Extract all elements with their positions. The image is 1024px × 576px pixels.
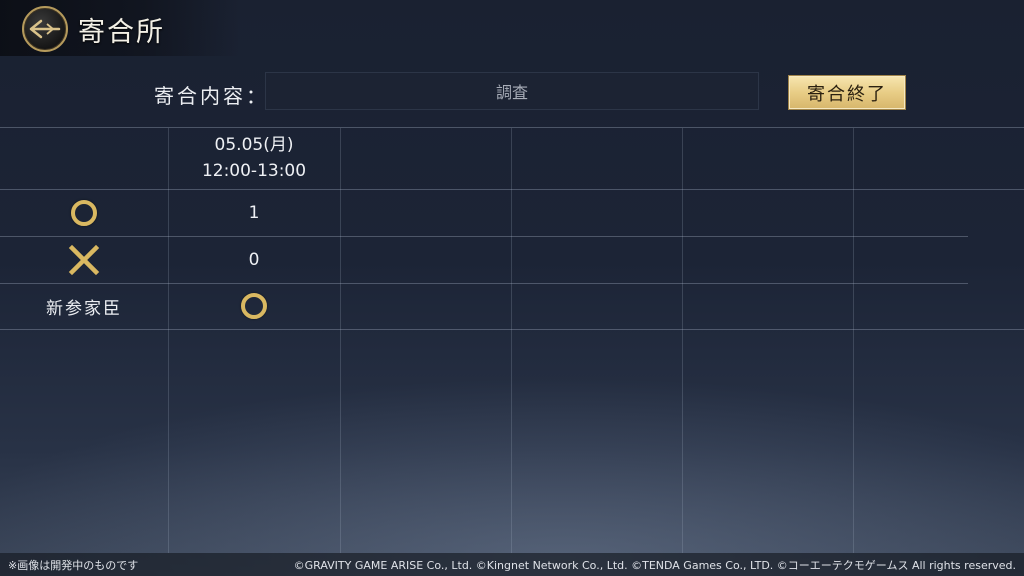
footer-note: ※画像は開発中のものです [8, 559, 139, 572]
grid-line [682, 128, 683, 553]
column-date: 05.05(月) [214, 135, 294, 155]
meeting-content-label: 寄合内容： [154, 84, 269, 108]
header-bar: 寄合所 [0, 0, 240, 56]
column-time: 12:00-13:00 [201, 161, 307, 181]
cross-icon [68, 244, 100, 276]
grid-line [0, 127, 1024, 128]
meeting-content-value: 調査 [495, 83, 528, 102]
circle-icon [71, 200, 97, 226]
grid-line [511, 128, 512, 553]
absent-count: 0 [248, 250, 260, 270]
newcomer-status-cell [168, 283, 340, 329]
newcomer-label: 新参家臣 [46, 298, 122, 319]
footer-copyright: ©GRAVITY GAME ARISE Co., Ltd. ©Kingnet N… [293, 559, 1016, 572]
end-meeting-button[interactable]: 寄合終了 [788, 75, 906, 110]
row-label-attend [0, 190, 168, 236]
grid-line [0, 329, 1024, 330]
circle-icon [241, 293, 267, 319]
attend-count: 1 [248, 203, 260, 223]
meeting-content-field[interactable]: 調査 [265, 72, 759, 110]
footer-bar: ※画像は開発中のものです ©GRAVITY GAME ARISE Co., Lt… [0, 553, 1024, 576]
schedule-column-header: 05.05(月) 12:00-13:00 [168, 132, 340, 184]
end-meeting-button-label: 寄合終了 [807, 83, 887, 105]
arrow-back-icon [29, 19, 61, 39]
grid-line [340, 128, 341, 553]
row-label-absent [0, 237, 168, 283]
row-label-newcomer: 新参家臣 [0, 283, 168, 329]
grid-line [853, 128, 854, 553]
back-button[interactable] [22, 6, 68, 52]
page-title: 寄合所 [78, 17, 165, 48]
